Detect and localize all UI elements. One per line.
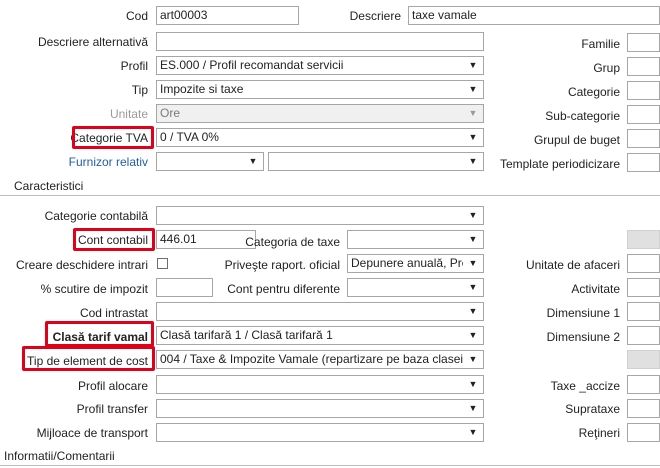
section-caracteristici: Caracteristici [0, 178, 660, 196]
dropdown-arrow-icon[interactable]: ▼ [465, 400, 481, 417]
profil-label: Profil [120, 59, 148, 73]
taxe-accize-input[interactable] [627, 375, 660, 394]
tip-element-cost-value: 004 / Taxe & Impozite Vamale (repartizar… [160, 352, 463, 366]
furnizor-select-1[interactable]: ▼ [156, 152, 264, 171]
dropdown-arrow-icon[interactable]: ▼ [465, 376, 481, 393]
suprataxe-label: Suprataxe [565, 402, 620, 416]
mijloace-transport-label: Mijloace de transport [36, 426, 148, 440]
unitate-select: Ore ▼ [156, 104, 484, 123]
clasa-tarif-label: Clasă tarif vamal [52, 330, 148, 344]
unitate-value: Ore [160, 106, 181, 120]
categorie-input[interactable] [627, 81, 660, 100]
cod-input[interactable]: art00003 [156, 6, 299, 25]
priveste-raport-value: Depunere anuală, Preze [351, 256, 463, 270]
cod-value: art00003 [160, 8, 208, 22]
dimensiune-2-label: Dimensiune 2 [546, 330, 620, 344]
template-periodicizare-label: Template periodicizare [499, 157, 620, 171]
priveste-raport-label: Priveşte raport. oficial [224, 258, 340, 272]
mijloace-transport-select[interactable]: ▼ [156, 423, 484, 442]
tip-element-cost-label: Tip de element de cost [27, 354, 148, 368]
tip-select[interactable]: Impozite si taxe ▼ [156, 80, 484, 99]
section-informatii-comentarii: Informatii/Comentarii [0, 448, 660, 466]
tip-value: Impozite si taxe [160, 82, 244, 96]
tip-element-cost-select[interactable]: 004 / Taxe & Impozite Vamale (repartizar… [156, 350, 484, 369]
descriere-value: taxe vamale [412, 8, 477, 22]
cont-contabil-label: Cont contabil [77, 233, 148, 247]
suprataxe-input[interactable] [627, 399, 660, 418]
descriere-input[interactable]: taxe vamale [408, 6, 660, 25]
categorie-contabila-label: Categorie contabilă [44, 209, 148, 223]
cod-intrastat-label: Cod intrastat [79, 306, 148, 320]
dropdown-arrow-icon[interactable]: ▼ [465, 303, 481, 320]
descriere-alternativa-label: Descriere alternativă [37, 35, 148, 49]
activitate-label: Activitate [571, 282, 620, 296]
grupul-buget-label: Grupul de buget [533, 133, 620, 147]
familie-input[interactable] [627, 33, 660, 52]
dropdown-arrow-icon[interactable]: ▼ [465, 351, 481, 368]
sub-categorie-label: Sub-categorie [545, 109, 620, 123]
cod-intrastat-select[interactable]: ▼ [156, 302, 484, 321]
scutire-impozit-input[interactable] [156, 278, 213, 297]
unitate-afaceri-label: Unitate de afaceri [525, 258, 620, 272]
unitate-afaceri-input[interactable] [627, 254, 660, 273]
grup-input[interactable] [627, 57, 660, 76]
profil-alocare-label: Profil alocare [77, 379, 148, 393]
scutire-impozit-label: % scutire de impozit [40, 282, 148, 296]
clasa-tarif-select[interactable]: Clasă tarifară 1 / Clasă tarifară 1 ▼ [156, 326, 484, 345]
categorie-tva-label: Categorie TVA [70, 131, 148, 145]
cont-diferente-label: Cont pentru diferente [227, 282, 340, 296]
grupul-buget-input[interactable] [627, 129, 660, 148]
dropdown-arrow-icon[interactable]: ▼ [465, 279, 481, 296]
grup-label: Grup [593, 61, 620, 75]
profil-transfer-label: Profil transfer [76, 402, 148, 416]
furnizor-relativ-link[interactable]: Furnizor relativ [69, 153, 148, 171]
familie-label: Familie [581, 37, 620, 51]
categorie-tva-value: 0 / TVA 0% [160, 130, 219, 144]
dimensiune-1-input[interactable] [627, 302, 660, 321]
clasa-tarif-value: Clasă tarifară 1 / Clasă tarifară 1 [160, 328, 333, 342]
retineri-label: Reţineri [578, 426, 620, 440]
dropdown-arrow-icon[interactable]: ▼ [465, 207, 481, 224]
dropdown-arrow-icon[interactable]: ▼ [465, 153, 481, 170]
descriere-alternativa-input[interactable] [156, 32, 484, 51]
profil-transfer-select[interactable]: ▼ [156, 399, 484, 418]
dimensiune-1-label: Dimensiune 1 [546, 306, 620, 320]
activitate-input[interactable] [627, 278, 660, 297]
dropdown-arrow-icon[interactable]: ▼ [465, 255, 481, 272]
cont-contabil-input[interactable]: 446.01 [156, 230, 256, 249]
retineri-input[interactable] [627, 423, 660, 442]
dropdown-arrow-icon[interactable]: ▼ [465, 81, 481, 98]
unitate-label: Unitate [109, 107, 148, 121]
descriere-label: Descriere [349, 9, 401, 23]
priveste-raport-select[interactable]: Depunere anuală, Preze▼ [347, 254, 484, 273]
dropdown-arrow-icon: ▼ [468, 108, 478, 118]
categoria-taxe-select[interactable]: ▼ [347, 230, 484, 249]
dropdown-arrow-icon[interactable]: ▼ [465, 57, 481, 74]
dropdown-arrow-icon[interactable]: ▼ [465, 424, 481, 441]
creare-deschidere-label: Creare deschidere intrari [15, 258, 148, 272]
profil-value: ES.000 / Profil recomandat servicii [160, 58, 344, 72]
creare-deschidere-checkbox[interactable] [157, 258, 168, 269]
furnizor-select-2[interactable]: ▼ [268, 152, 484, 171]
sub-categorie-input[interactable] [627, 105, 660, 124]
tip-label: Tip [131, 83, 148, 97]
categorie-contabila-select[interactable]: ▼ [156, 206, 484, 225]
categoria-taxe-label: Categoria de taxe [245, 235, 340, 249]
disabled-field-2 [627, 350, 660, 369]
dropdown-arrow-icon[interactable]: ▼ [465, 129, 481, 146]
profil-select[interactable]: ES.000 / Profil recomandat servicii ▼ [156, 56, 484, 75]
cont-contabil-value: 446.01 [160, 232, 197, 246]
dropdown-arrow-icon[interactable]: ▼ [245, 153, 261, 170]
taxe-accize-label: Taxe _accize [550, 379, 620, 393]
dropdown-arrow-icon[interactable]: ▼ [465, 327, 481, 344]
cont-diferente-select[interactable]: ▼ [347, 278, 484, 297]
template-periodicizare-input[interactable] [627, 153, 660, 172]
dropdown-arrow-icon[interactable]: ▼ [465, 231, 481, 248]
cod-label: Cod [125, 9, 148, 23]
disabled-field-1 [627, 230, 660, 249]
dimensiune-2-input[interactable] [627, 326, 660, 345]
categorie-label: Categorie [567, 85, 620, 99]
profil-alocare-select[interactable]: ▼ [156, 375, 484, 394]
categorie-tva-select[interactable]: 0 / TVA 0% ▼ [156, 128, 484, 147]
